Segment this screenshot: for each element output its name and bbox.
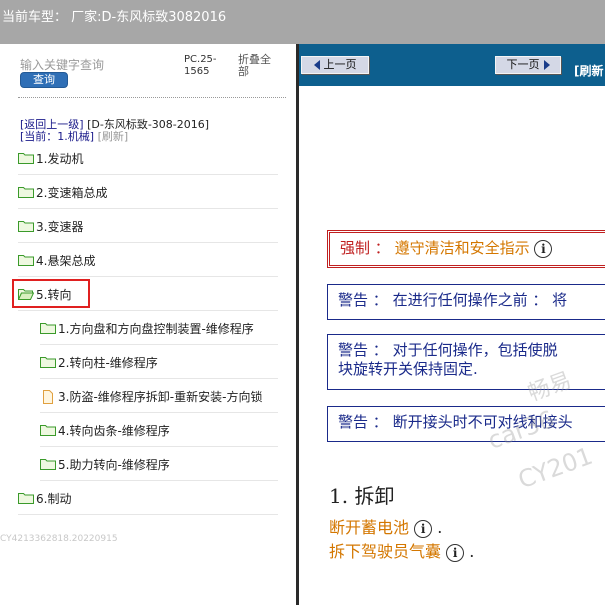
section-title: 1. 拆卸 [329,484,395,508]
notice-label: 警告 [338,341,369,359]
step-item: 断开蓄电池 i . [329,514,442,538]
document-icon [40,390,56,404]
title-bar: 当前车型： 厂家:D-东风标致3082016 [0,0,605,44]
step-end: . [437,518,443,537]
folder-icon [18,254,34,266]
watermark: CY201 [514,441,597,495]
tree-category[interactable]: 3.变速器 [18,210,278,243]
warning-notice: 警告 ： 在进行任何操作之前 ： 将 [327,284,605,320]
tree-category[interactable]: 2.变速箱总成 [18,176,278,209]
tree-subitem[interactable]: 1.方向盘和方向盘控制装置-维修程序 [40,312,278,345]
notice-sep: ： [372,291,388,309]
tree-item-label: 3.变速器 [36,219,84,234]
step-text: 断开蓄电池 [329,518,410,537]
folder-icon [18,220,34,232]
step-end: . [469,542,475,561]
notice-text: 对于任何操作，包括使脱 [392,341,558,359]
tree-subitem[interactable]: 5.助力转向-维修程序 [40,448,278,481]
folder-icon [18,186,34,198]
notice-label: 警告 [338,291,369,309]
collapse-all-link[interactable]: 折叠全部 [238,54,278,78]
notice-sep: ： [372,341,388,359]
next-label: 下一页 [506,58,540,71]
refresh-link[interactable]: [刷新 [574,62,604,79]
notice-text: 遵守清洁和安全指示 [394,239,530,257]
left-panel: 查询 PC.25-1565 折叠全部 [返回上一级] [D-东风标致-308-2… [0,44,296,605]
notice-sep: ： [372,413,388,431]
arrow-right-icon [543,60,550,70]
tree-category[interactable]: 6.制动 [18,482,278,515]
tree-item-label: 5.助力转向-维修程序 [58,457,170,472]
folder-icon [40,424,56,436]
tree-item-label: 2.变速箱总成 [36,185,108,200]
prev-label: 上一页 [323,58,357,71]
folder-icon [18,492,34,504]
tree-item-label: 1.发动机 [36,151,84,166]
tree-category[interactable]: 1.发动机 [18,142,278,175]
notice-label: 强制 [340,239,371,257]
arrow-left-icon [313,60,320,70]
step-item: 拆下驾驶员气囊 i . [329,538,474,562]
tree-subitem[interactable]: 4.转向齿条-维修程序 [40,414,278,447]
step-text: 拆下驾驶员气囊 [329,542,442,561]
folder-icon [40,322,56,334]
tree-item-label: 4.悬架总成 [36,253,96,268]
tree-item-label: 3.防盗-维修程序拆卸-重新安装-方向锁 [58,389,263,404]
warning-notice: 警告 ： 断开接头时不可对线和接头 [327,406,605,442]
notice-sep: ： [374,239,390,257]
footer-code: CY4213362818.20220915 [0,534,118,544]
tree-item-label: 4.转向齿条-维修程序 [58,423,170,438]
pc-code-label: PC.25-1565 [184,54,217,77]
content-toolbar: 上一页 下一页 [刷新 [299,44,605,86]
divider-line [18,97,286,98]
notice-label: 警告 [338,413,369,431]
vehicle-title: 当前车型： 厂家:D-东风标致3082016 [2,10,227,25]
next-page-button[interactable]: 下一页 [495,56,561,74]
tree-item-label: 2.转向柱-维修程序 [58,355,158,370]
folder-icon [40,356,56,368]
tree-subitem[interactable]: 2.转向柱-维修程序 [40,346,278,379]
info-icon[interactable]: i [446,543,465,562]
selection-highlight [12,279,90,308]
tree-item-label: 1.方向盘和方向盘控制装置-维修程序 [58,321,254,336]
tree-subitem[interactable]: 3.防盗-维修程序拆卸-重新安装-方向锁 [40,380,278,413]
mandatory-notice: 强制 ： 遵守清洁和安全指示 i [327,230,605,268]
search-button[interactable]: 查询 [20,72,68,88]
folder-icon [18,152,34,164]
prev-page-button[interactable]: 上一页 [301,56,369,74]
tree-category[interactable]: 4.悬架总成 [18,244,278,277]
notice-text: 在进行任何操作之前 ： 将 [392,291,568,309]
tree-item-label: 6.制动 [36,491,72,506]
info-icon[interactable]: i [534,240,553,258]
info-icon[interactable]: i [414,519,433,538]
folder-icon [40,458,56,470]
content-panel: 上一页 下一页 [刷新 强制 ： 遵守清洁和安全指示 i 警告 ： 在进行任何操… [299,44,605,605]
